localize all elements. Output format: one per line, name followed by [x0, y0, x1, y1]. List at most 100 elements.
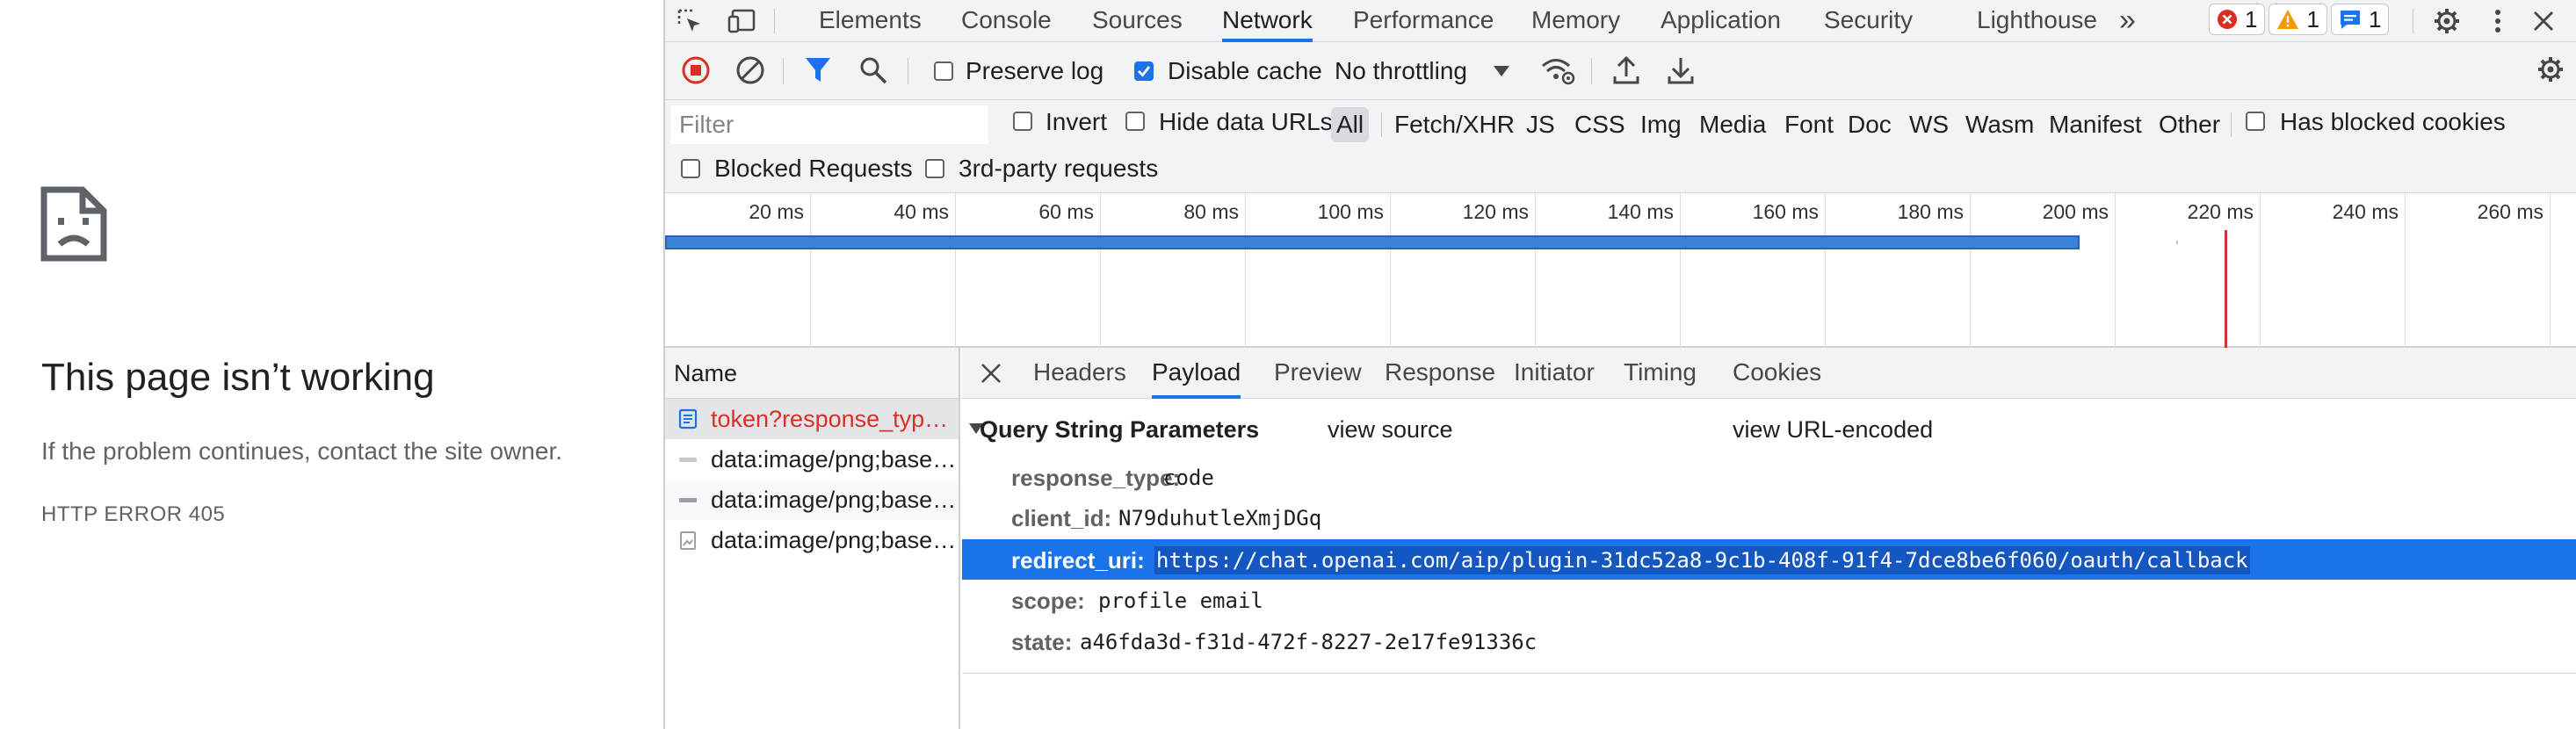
tab-cookies[interactable]: Cookies [1733, 348, 1821, 399]
record-stop-icon[interactable] [681, 55, 711, 90]
network-settings-gear-icon[interactable] [2536, 55, 2565, 88]
hide-data-urls-label[interactable]: Hide data URLs [1159, 108, 1333, 136]
filter-type-all[interactable]: All [1331, 107, 1370, 142]
preserve-log-checkbox[interactable] [934, 61, 953, 81]
tab-lighthouse[interactable]: Lighthouse [1977, 0, 2097, 42]
request-mark [2176, 241, 2178, 244]
filter-type-css[interactable]: CSS [1574, 107, 1625, 142]
close-devtools-icon[interactable] [2528, 7, 2559, 35]
tab-initiator[interactable]: Initiator [1514, 348, 1595, 399]
image-icon [680, 531, 696, 550]
filter-type-other[interactable]: Other [2159, 107, 2220, 142]
search-icon[interactable] [858, 55, 888, 90]
disable-cache-checkbox[interactable] [1134, 61, 1154, 81]
tab-elements[interactable]: Elements [819, 0, 922, 42]
network-overview-timeline[interactable]: 20 ms 40 ms 60 ms 80 ms 100 ms 120 ms 14… [665, 193, 2576, 348]
name-column-header[interactable]: Name [665, 348, 959, 399]
param-row-selected[interactable]: redirect_uri: https://chat.openai.com/ai… [962, 539, 2576, 580]
inspect-element-icon[interactable] [674, 7, 706, 35]
request-name: data:image/png;base64,... [711, 527, 959, 553]
filter-type-doc[interactable]: Doc [1848, 107, 1892, 142]
filter-input[interactable] [670, 105, 988, 144]
tab-memory[interactable]: Memory [1531, 0, 1620, 42]
timeline-tick: 100 ms [1317, 200, 1384, 223]
filter-type-ws[interactable]: WS [1909, 107, 1949, 142]
param-value[interactable]: https://chat.openai.com/aip/plugin-31dc5… [1154, 546, 2250, 574]
warning-count-badge[interactable]: 1 [2268, 4, 2327, 35]
chevron-down-icon[interactable] [1493, 65, 1510, 82]
issue-badges[interactable]: 1 1 1 [2209, 4, 2392, 35]
tab-network[interactable]: Network [1222, 0, 1313, 42]
filter-type-fetch-xhr[interactable]: Fetch/XHR [1394, 107, 1515, 142]
filter-funnel-icon[interactable] [804, 55, 832, 90]
load-event-line [2225, 230, 2227, 348]
filter-type-img[interactable]: Img [1640, 107, 1682, 142]
settings-gear-icon[interactable] [2431, 7, 2463, 35]
param-key: scope: [1011, 588, 1085, 614]
tab-performance[interactable]: Performance [1353, 0, 1494, 42]
request-row[interactable]: data:image/png;base64,... [665, 480, 959, 520]
close-details-icon[interactable] [978, 360, 1004, 386]
has-blocked-cookies-label[interactable]: Has blocked cookies [2280, 108, 2506, 136]
timeline-tick: 160 ms [1752, 200, 1819, 223]
param-key: redirect_uri: [1011, 547, 1145, 574]
error-page: This page isn’t working If the problem c… [0, 0, 663, 729]
more-tabs-button[interactable]: » [2119, 0, 2136, 42]
request-details: Headers Payload Preview Response Initiat… [962, 348, 2576, 729]
param-row[interactable]: state: a46fda3d-f31d-472f-8227-2e17fe913… [962, 621, 2576, 661]
error-count-badge[interactable]: 1 [2209, 4, 2266, 35]
network-conditions-icon[interactable] [1540, 55, 1575, 90]
import-har-icon[interactable] [1612, 55, 1640, 90]
invert-label[interactable]: Invert [1046, 108, 1107, 136]
invert-checkbox[interactable] [1013, 112, 1032, 131]
tab-security[interactable]: Security [1824, 0, 1913, 42]
image-icon [679, 458, 697, 462]
view-source-button[interactable]: view source [1328, 416, 1453, 444]
tab-payload[interactable]: Payload [1152, 348, 1241, 399]
param-value: a46fda3d-f31d-472f-8227-2e17fe91336c [1080, 630, 1538, 654]
message-icon [2339, 9, 2362, 30]
sad-document-icon [40, 186, 107, 262]
message-count-badge[interactable]: 1 [2330, 4, 2390, 35]
warning-count: 1 [2306, 5, 2319, 32]
filter-type-font[interactable]: Font [1784, 107, 1834, 142]
tab-headers[interactable]: Headers [1033, 348, 1126, 399]
warning-icon [2276, 9, 2299, 30]
query-string-section-header[interactable]: Query String Parameters view source view… [962, 409, 2576, 450]
request-name: token?response_type=code [711, 406, 959, 432]
tab-application[interactable]: Application [1661, 0, 1781, 42]
third-party-requests-checkbox[interactable] [925, 159, 944, 178]
view-url-encoded-button[interactable]: view URL-encoded [1733, 416, 1933, 444]
param-row[interactable]: response_type: code [962, 457, 2576, 497]
clear-icon[interactable] [735, 55, 765, 90]
tab-timing[interactable]: Timing [1624, 348, 1697, 399]
tab-preview[interactable]: Preview [1274, 348, 1362, 399]
throttling-select[interactable]: No throttling [1335, 57, 1467, 85]
device-toolbar-icon[interactable] [727, 7, 758, 35]
blocked-requests-checkbox[interactable] [681, 159, 700, 178]
request-name: data:image/png;base64,... [711, 487, 959, 513]
param-row[interactable]: client_id: N79duhutleXmjDGq [962, 497, 2576, 538]
filter-type-wasm[interactable]: Wasm [1965, 107, 2034, 142]
tab-console[interactable]: Console [961, 0, 1052, 42]
hide-data-urls-checkbox[interactable] [1125, 112, 1145, 131]
filter-type-media[interactable]: Media [1699, 107, 1766, 142]
tab-sources[interactable]: Sources [1092, 0, 1183, 42]
param-row[interactable]: scope: profile email [962, 580, 2576, 620]
preserve-log-label[interactable]: Preserve log [966, 57, 1103, 85]
blocked-requests-label[interactable]: Blocked Requests [714, 155, 913, 183]
more-options-icon[interactable] [2482, 7, 2514, 35]
timeline-tick: 140 ms [1607, 200, 1674, 223]
has-blocked-cookies-checkbox[interactable] [2246, 112, 2265, 131]
request-row[interactable]: data:image/png;base64,... [665, 439, 959, 480]
export-har-icon[interactable] [1667, 55, 1695, 90]
request-row[interactable]: token?response_type=code [665, 399, 959, 439]
request-row[interactable]: data:image/png;base64,... [665, 520, 959, 560]
third-party-requests-label[interactable]: 3rd-party requests [959, 155, 1158, 183]
filter-type-js[interactable]: JS [1526, 107, 1555, 142]
error-title: This page isn’t working [41, 356, 435, 399]
param-value: code [1163, 466, 1214, 490]
disable-cache-label[interactable]: Disable cache [1168, 57, 1322, 85]
filter-type-manifest[interactable]: Manifest [2049, 107, 2142, 142]
tab-response[interactable]: Response [1385, 348, 1495, 399]
